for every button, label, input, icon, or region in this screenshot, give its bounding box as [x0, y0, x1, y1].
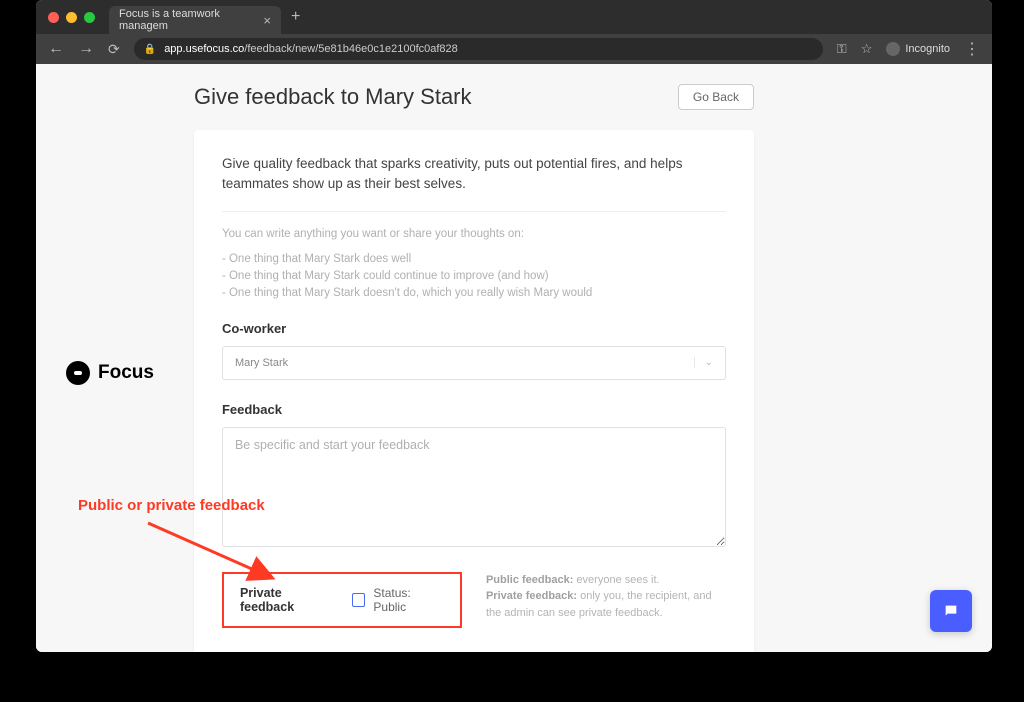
hint-item: - One thing that Mary Stark could contin… — [222, 268, 726, 285]
annotation-label: Public or private feedback — [78, 497, 265, 514]
feedback-info-text: Public feedback: everyone sees it. Priva… — [486, 572, 726, 628]
browser-tab-bar: Focus is a teamwork managem × + — [36, 0, 992, 34]
tab-title: Focus is a teamwork managem — [119, 8, 257, 32]
private-status-text: Status: Public — [373, 586, 444, 614]
back-button[interactable]: ← — [48, 40, 64, 58]
page-content: Focus Give feedback to Mary Stark Go Bac… — [36, 64, 992, 652]
url-text: app.usefocus.co/feedback/new/5e81b46e0c1… — [164, 43, 458, 55]
window-maximize-button[interactable] — [84, 12, 95, 23]
url-bar[interactable]: 🔒 app.usefocus.co/feedback/new/5e81b46e0… — [134, 38, 823, 60]
private-feedback-group: Private feedback Status: Public — [222, 572, 462, 628]
incognito-indicator: Incognito — [886, 42, 950, 56]
logo-text: Focus — [98, 362, 154, 384]
chat-widget-button[interactable] — [930, 590, 972, 632]
hint-item: - One thing that Mary Stark doesn't do, … — [222, 285, 726, 302]
key-icon[interactable]: ⚿ — [837, 41, 847, 57]
logo-mark-icon — [66, 361, 90, 385]
hints-intro: You can write anything you want or share… — [222, 226, 726, 243]
incognito-icon — [886, 42, 900, 56]
forward-button[interactable]: → — [78, 40, 94, 58]
app-logo[interactable]: Focus — [66, 90, 154, 652]
browser-window: Focus is a teamwork managem × + ← → ⟳ 🔒 … — [36, 0, 992, 652]
chat-icon — [942, 603, 960, 619]
reload-button[interactable]: ⟳ — [108, 41, 120, 58]
private-feedback-label: Private feedback — [240, 586, 336, 614]
hint-item: - One thing that Mary Stark does well — [222, 251, 726, 268]
window-minimize-button[interactable] — [66, 12, 77, 23]
browser-tab[interactable]: Focus is a teamwork managem × — [109, 6, 281, 34]
feedback-card: Give quality feedback that sparks creati… — [194, 130, 754, 652]
feedback-label: Feedback — [222, 402, 726, 417]
coworker-label: Co-worker — [222, 321, 726, 336]
private-checkbox[interactable] — [352, 593, 366, 607]
browser-menu-button[interactable]: ⋮ — [964, 39, 980, 59]
lock-icon: 🔒 — [144, 44, 156, 55]
go-back-button[interactable]: Go Back — [678, 84, 754, 110]
window-close-button[interactable] — [48, 12, 59, 23]
feedback-textarea[interactable] — [222, 427, 726, 547]
coworker-selected-value: Mary Stark — [235, 357, 288, 369]
star-icon[interactable]: ☆ — [861, 41, 873, 57]
coworker-select[interactable]: Mary Stark ⌄ — [222, 346, 726, 380]
window-controls — [48, 12, 95, 23]
hints-list: - One thing that Mary Stark does well - … — [222, 251, 726, 303]
chevron-down-icon: ⌄ — [694, 357, 713, 368]
new-tab-button[interactable]: + — [291, 8, 300, 26]
browser-nav-bar: ← → ⟳ 🔒 app.usefocus.co/feedback/new/5e8… — [36, 34, 992, 64]
tab-close-button[interactable]: × — [263, 13, 271, 28]
intro-text: Give quality feedback that sparks creati… — [222, 154, 726, 212]
page-title: Give feedback to Mary Stark — [194, 84, 472, 110]
